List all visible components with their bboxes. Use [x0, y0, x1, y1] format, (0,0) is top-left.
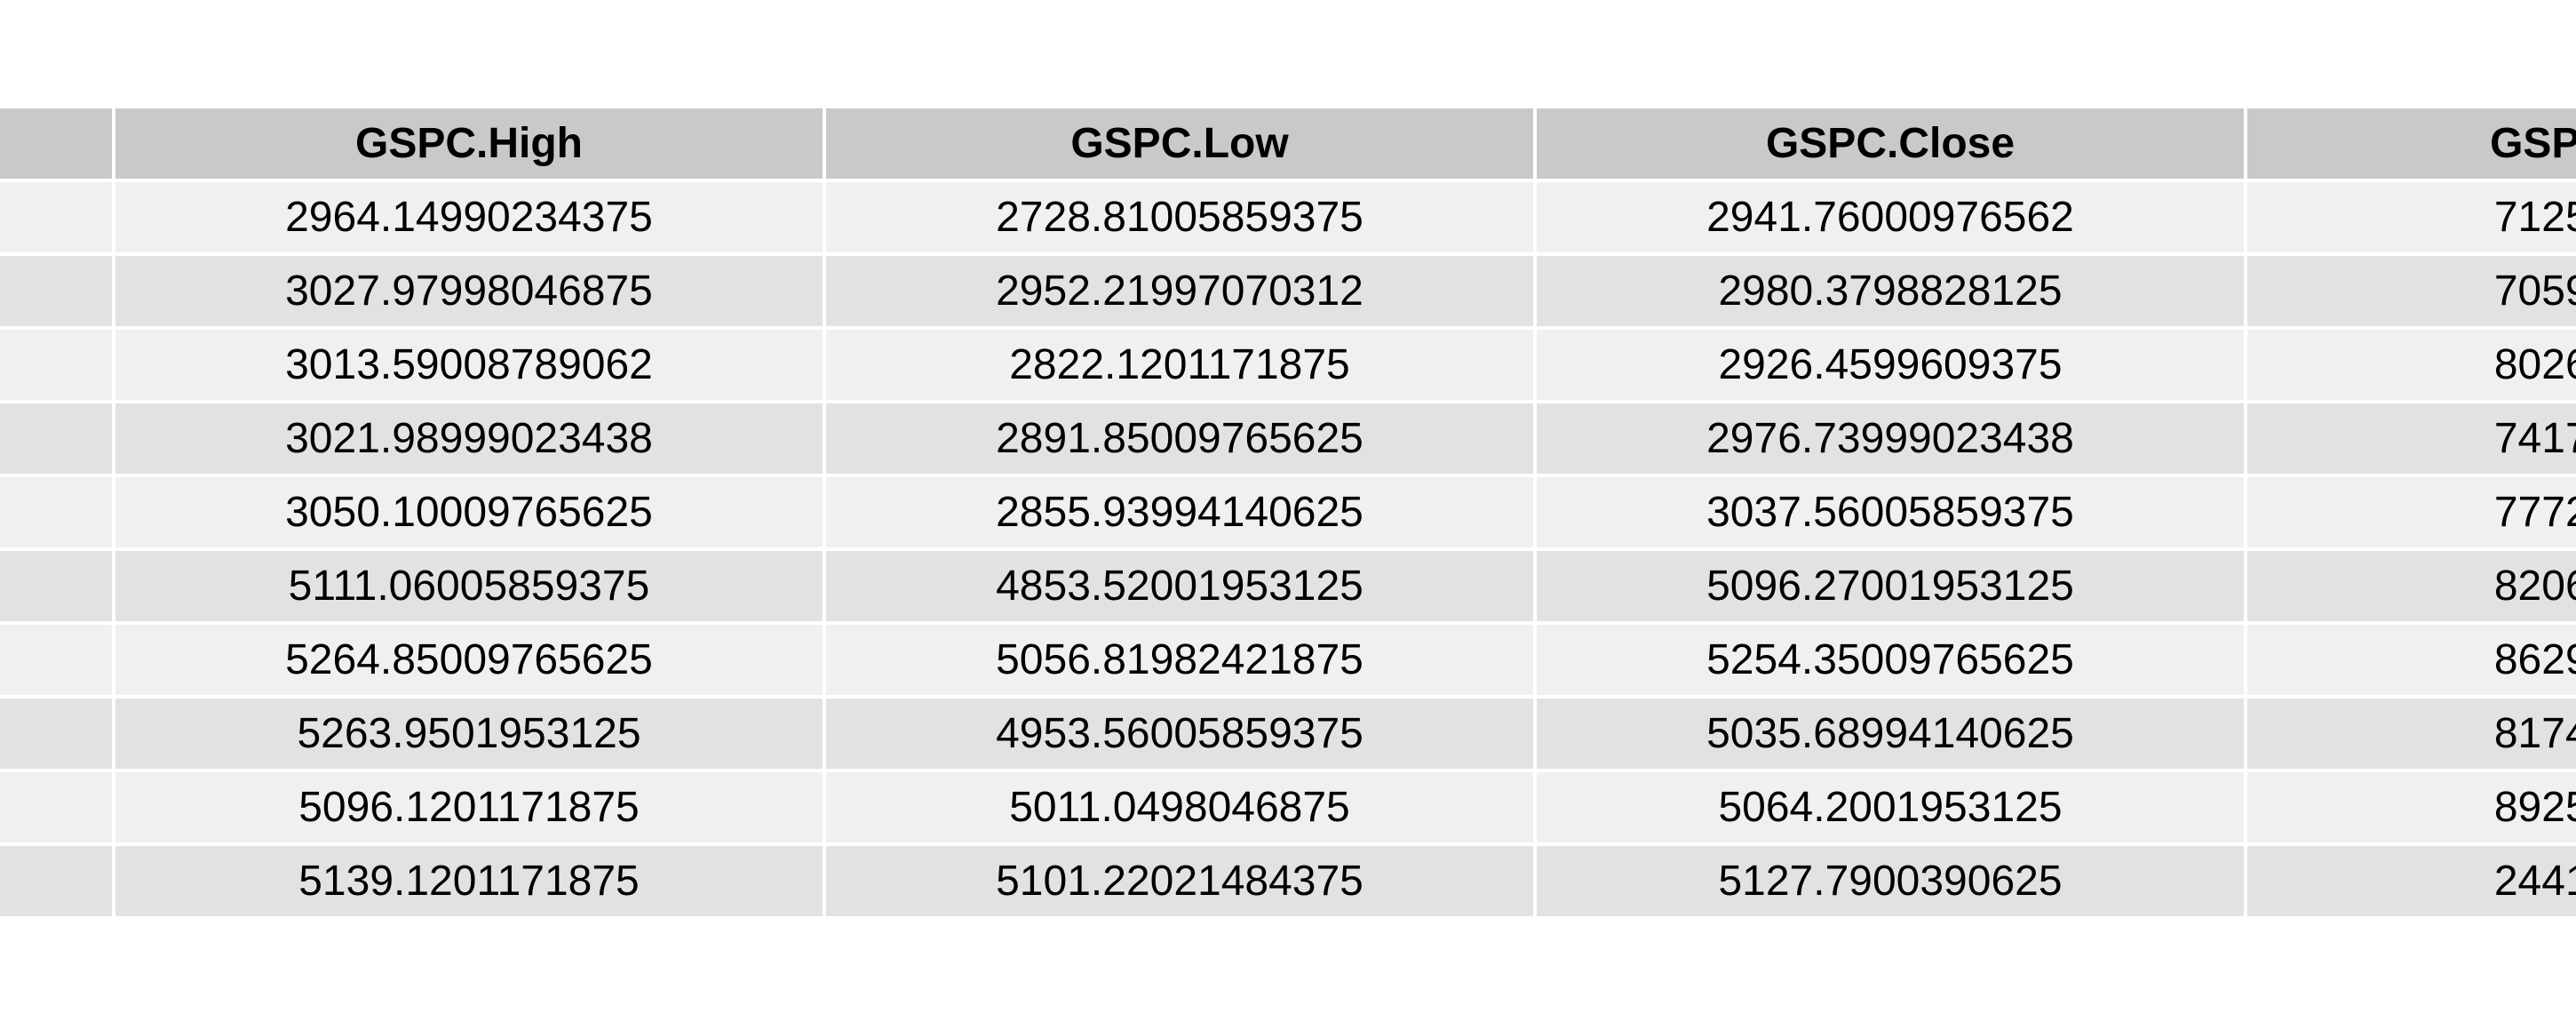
- table-cell-close: 5096.27001953125: [1537, 551, 2244, 621]
- table-cell-high: 3021.98999023438: [115, 403, 823, 474]
- table-cell-low: 5056.81982421875: [826, 625, 1533, 695]
- table-cell-high: 5096.1201171875: [115, 772, 823, 842]
- table-row: 3013.59008789062 2822.1201171875 2926.4599…: [0, 330, 2576, 400]
- table-cell-low: 4853.52001953125: [826, 551, 1533, 621]
- table-row: 5096.1201171875 5011.0498046875 5064.20019…: [0, 772, 2576, 842]
- table-cell-high: 5263.9501953125: [115, 699, 823, 769]
- header-cell-volume: GSPC.Volu: [2247, 108, 2576, 179]
- table-row: 5264.85009765625 5056.81982421875 5254.350…: [0, 625, 2576, 695]
- table-cell-low: 2728.81005859375: [826, 182, 1533, 252]
- table-cell-index: [0, 477, 112, 547]
- header-cell-index: [0, 108, 112, 179]
- table-cell-index: [0, 330, 112, 400]
- table-cell-close: 3037.56005859375: [1537, 477, 2244, 547]
- table-cell-high: 5111.06005859375: [115, 551, 823, 621]
- header-cell-low: GSPC.Low: [826, 108, 1533, 179]
- table-cell-close: 5254.35009765625: [1537, 625, 2244, 695]
- table-cell-high: 3013.59008789062: [115, 330, 823, 400]
- table-row: 5139.1201171875 5101.22021484375 5127.7900…: [0, 846, 2576, 916]
- table-cell-volume: 712506300: [2247, 182, 2576, 252]
- table-cell-low: 2822.1201171875: [826, 330, 1533, 400]
- table-cell-high: 5139.1201171875: [115, 846, 823, 916]
- table-row: 2964.14990234375 2728.81005859375 2941.760…: [0, 182, 2576, 252]
- table-row: 5263.9501953125 4953.56005859375 5035.6899…: [0, 699, 2576, 769]
- table-cell-low: 4953.56005859375: [826, 699, 1533, 769]
- table-cell-index: [0, 256, 112, 326]
- table-cell-low: 5101.22021484375: [826, 846, 1533, 916]
- table-row: 3050.10009765625 2855.93994140625 3037.560…: [0, 477, 2576, 547]
- header-row: GSPC.High GSPC.Low GSPC.Close GSPC.Volu: [0, 108, 2576, 179]
- table-cell-volume: 820669300: [2247, 551, 2576, 621]
- table-row: 3027.97998046875 2952.21997070312 2980.379…: [0, 256, 2576, 326]
- table-cell-volume: 892583000: [2247, 772, 2576, 842]
- table-cell-close: 5064.2001953125: [1537, 772, 2244, 842]
- table-cell-close: 5035.68994140625: [1537, 699, 2244, 769]
- table-cell-volume: 705994700: [2247, 256, 2576, 326]
- table-cell-index: [0, 699, 112, 769]
- table-row: 5111.06005859375 4853.52001953125 5096.270…: [0, 551, 2576, 621]
- table-cell-low: 2891.85009765625: [826, 403, 1533, 474]
- table-cell-index: [0, 625, 112, 695]
- data-table: GSPC.High GSPC.Low GSPC.Close GSPC.Volu …: [0, 105, 2576, 920]
- table-cell-low: 2952.21997070312: [826, 256, 1533, 326]
- table-cell-low: 2855.93994140625: [826, 477, 1533, 547]
- table-cell-close: 2926.4599609375: [1537, 330, 2244, 400]
- table-cell-volume: 817471700: [2247, 699, 2576, 769]
- table-cell-close: 2976.73999023438: [1537, 403, 2244, 474]
- table-cell-volume: 777206400: [2247, 477, 2576, 547]
- table-cell-high: 5264.85009765625: [115, 625, 823, 695]
- table-cell-volume: 741789800: [2247, 403, 2576, 474]
- table-cell-index: [0, 182, 112, 252]
- table-cell-high: 3050.10009765625: [115, 477, 823, 547]
- table-viewport: GSPC.High GSPC.Low GSPC.Close GSPC.Volu …: [0, 105, 2576, 922]
- table-cell-close: 2941.76000976562: [1537, 182, 2244, 252]
- table-body: 2964.14990234375 2728.81005859375 2941.760…: [0, 182, 2576, 916]
- table-cell-index: [0, 772, 112, 842]
- table-cell-close: 2980.3798828125: [1537, 256, 2244, 326]
- table-cell-volume: 244128500: [2247, 846, 2576, 916]
- table-cell-close: 5127.7900390625: [1537, 846, 2244, 916]
- table-cell-volume: 862995100: [2247, 625, 2576, 695]
- table-cell-volume: 802692200: [2247, 330, 2576, 400]
- table-header: GSPC.High GSPC.Low GSPC.Close GSPC.Volu: [0, 108, 2576, 179]
- table-cell-index: [0, 846, 112, 916]
- table-cell-index: [0, 551, 112, 621]
- table-cell-high: 3027.97998046875: [115, 256, 823, 326]
- table-row: 3021.98999023438 2891.85009765625 2976.739…: [0, 403, 2576, 474]
- table-cell-low: 5011.0498046875: [826, 772, 1533, 842]
- header-cell-close: GSPC.Close: [1537, 108, 2244, 179]
- header-cell-high: GSPC.High: [115, 108, 823, 179]
- table-cell-high: 2964.14990234375: [115, 182, 823, 252]
- table-cell-index: [0, 403, 112, 474]
